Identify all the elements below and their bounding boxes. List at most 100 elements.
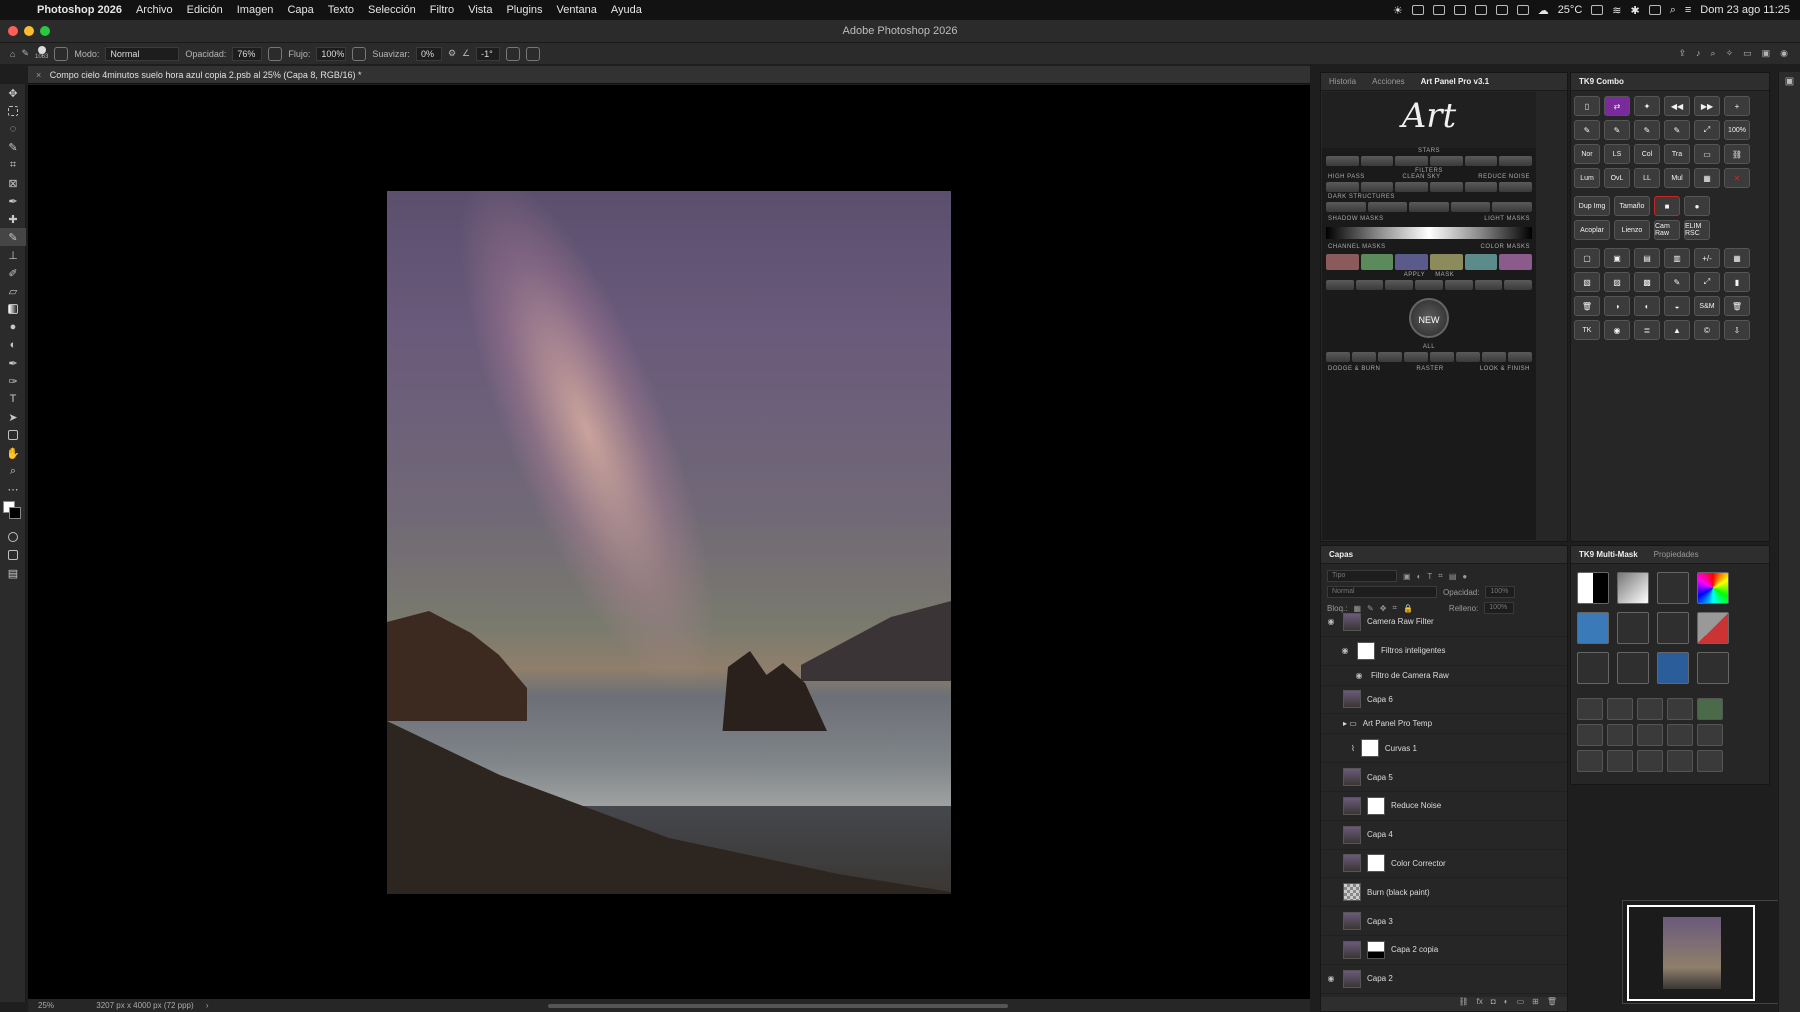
stars-btn-6[interactable] bbox=[1499, 156, 1533, 166]
temperature-label[interactable]: 25°C bbox=[1558, 4, 1583, 16]
opacity-input[interactable]: 76% bbox=[232, 46, 263, 61]
healing-tool-icon[interactable]: ✚ bbox=[0, 210, 26, 228]
rewind-icon[interactable]: ◀◀ bbox=[1664, 96, 1690, 116]
layer-name[interactable]: Burn (black paint) bbox=[1367, 888, 1430, 897]
visibility-eye-icon[interactable]: ◉ bbox=[1353, 671, 1365, 680]
struct-btn-5[interactable] bbox=[1492, 202, 1532, 212]
stars-btn-3[interactable] bbox=[1395, 156, 1429, 166]
layer-row[interactable]: ▸ ▭ Art Panel Pro Temp bbox=[1321, 714, 1567, 735]
blend-multiply-button[interactable]: Mul bbox=[1664, 168, 1690, 188]
tab-acciones[interactable]: Acciones bbox=[1364, 77, 1412, 86]
brush-yellow-icon[interactable]: ✎ bbox=[1634, 120, 1660, 140]
search-icon[interactable]: ⌕ bbox=[1711, 48, 1716, 59]
fx-icon[interactable]: fx bbox=[1477, 997, 1483, 1011]
move-tool-icon[interactable]: ✥ bbox=[0, 84, 26, 102]
navigator-panel[interactable] bbox=[1622, 900, 1800, 1004]
visibility-eye-icon[interactable]: ◉ bbox=[1339, 646, 1351, 655]
layer-icon-12[interactable]: ▮ bbox=[1724, 272, 1750, 292]
struct-btn-4[interactable] bbox=[1450, 202, 1491, 212]
layer-name[interactable]: Camera Raw Filter bbox=[1367, 617, 1434, 626]
filter-btn-1[interactable] bbox=[1326, 182, 1359, 192]
close-window-button[interactable] bbox=[8, 26, 18, 36]
blend-luminosity-button[interactable]: Lum bbox=[1574, 168, 1600, 188]
delete-layer-icon[interactable]: 🗑 bbox=[1547, 997, 1557, 1011]
lock-pixels-icon[interactable]: ▦ bbox=[1353, 604, 1361, 613]
link-layers-icon[interactable]: ⛓ bbox=[1459, 997, 1469, 1011]
pressure-size-icon[interactable] bbox=[506, 46, 521, 61]
layer-row[interactable]: ◉ Camera Raw Filter bbox=[1321, 608, 1567, 637]
look-finish-label[interactable]: LOOK & FINISH bbox=[1480, 366, 1530, 372]
dodge-burn-label[interactable]: DODGE & BURN bbox=[1328, 366, 1380, 372]
cyan-mask-btn[interactable] bbox=[1464, 254, 1498, 270]
arrange-icon[interactable]: ▣ bbox=[1762, 48, 1771, 59]
color-swatches[interactable] bbox=[0, 498, 26, 528]
menu-imagen[interactable]: Imagen bbox=[230, 4, 281, 16]
quick-select-tool-icon[interactable]: ✎ bbox=[0, 138, 26, 156]
brush-white-icon[interactable]: ✎ bbox=[1604, 120, 1630, 140]
menu-capa[interactable]: Capa bbox=[280, 4, 320, 16]
screen-mode-icon[interactable] bbox=[0, 546, 26, 564]
tool-btn-2[interactable] bbox=[1355, 280, 1384, 290]
blend-overlay-button[interactable]: OvL bbox=[1604, 168, 1630, 188]
green-channel-btn[interactable] bbox=[1360, 254, 1394, 270]
struct-btn-1[interactable] bbox=[1326, 202, 1366, 212]
dup-img-button[interactable]: Dup Img bbox=[1574, 196, 1610, 216]
acoplar-button[interactable]: Acoplar bbox=[1574, 220, 1610, 240]
tab-tk9-multimask[interactable]: TK9 Multi-Mask bbox=[1571, 550, 1646, 559]
brush-black-icon[interactable]: ✎ bbox=[1574, 120, 1600, 140]
close-tab-icon[interactable]: × bbox=[36, 70, 41, 80]
layer-mask[interactable] bbox=[1367, 796, 1385, 815]
add-mask-icon[interactable]: ◘ bbox=[1491, 997, 1496, 1011]
gear-icon[interactable]: ⚙ bbox=[448, 48, 456, 59]
pen-tool-icon[interactable]: ✒ bbox=[0, 354, 26, 372]
layer-name[interactable]: Capa 2 bbox=[1367, 974, 1393, 983]
brightness-icon[interactable]: ☀ bbox=[1393, 4, 1403, 17]
bottom-btn-8[interactable] bbox=[1508, 352, 1532, 362]
tab-art-panel[interactable]: Art Panel Pro v3.1 bbox=[1413, 77, 1497, 86]
pen-variant-tool-icon[interactable]: ✑ bbox=[0, 372, 26, 390]
layers-icon[interactable]: ≣ bbox=[1634, 320, 1660, 340]
gradient-tool-icon[interactable] bbox=[0, 300, 26, 318]
tool-btn-7[interactable] bbox=[1504, 280, 1533, 290]
brush-settings-icon[interactable] bbox=[54, 46, 69, 61]
collapse-panels-icon[interactable]: ▣ bbox=[1779, 72, 1800, 87]
smart-filter-mask[interactable] bbox=[1357, 641, 1375, 660]
workspace-icon[interactable]: ▭ bbox=[1743, 48, 1752, 59]
mask-label[interactable]: MASK bbox=[1435, 272, 1454, 278]
weather-icon[interactable]: ☁ bbox=[1538, 4, 1549, 17]
angle-input[interactable]: -1° bbox=[476, 46, 501, 61]
overlap-mask-icon[interactable] bbox=[1697, 652, 1729, 684]
layer-icon-2[interactable]: ▣ bbox=[1604, 248, 1630, 268]
stars-btn-1[interactable] bbox=[1326, 156, 1359, 166]
bottom-btn-3[interactable] bbox=[1378, 352, 1402, 362]
shape-tool-icon[interactable] bbox=[0, 426, 26, 444]
fill-input[interactable]: 100% bbox=[1484, 602, 1515, 614]
marquee-tool-icon[interactable] bbox=[0, 102, 26, 120]
type-tool-icon[interactable]: T bbox=[0, 390, 26, 408]
yellow-mask-btn[interactable] bbox=[1430, 254, 1463, 270]
stars-btn-2[interactable] bbox=[1360, 156, 1394, 166]
minimize-window-button[interactable] bbox=[24, 26, 34, 36]
dodge-tool-icon[interactable]: ◐ bbox=[0, 336, 26, 354]
layer-name[interactable]: Curvas 1 bbox=[1385, 744, 1417, 753]
layer-mask[interactable] bbox=[1360, 739, 1379, 758]
filter-btn-5[interactable] bbox=[1464, 182, 1498, 192]
home-icon[interactable]: ⌂ bbox=[10, 49, 15, 59]
layer-row[interactable]: Capa 5 bbox=[1321, 763, 1567, 792]
lock-paint-icon[interactable]: ✎ bbox=[1367, 604, 1374, 613]
layer-row[interactable]: Capa 2 copia bbox=[1321, 936, 1567, 965]
status-arrow-icon[interactable]: › bbox=[206, 1001, 209, 1010]
levels-adj-icon[interactable] bbox=[1577, 698, 1603, 720]
layer-icon-4[interactable]: ▥ bbox=[1664, 248, 1690, 268]
bottom-btn-6[interactable] bbox=[1456, 352, 1480, 362]
flow-input[interactable]: 100% bbox=[316, 46, 347, 61]
filter-shape-icon[interactable]: ⌗ bbox=[1438, 571, 1443, 581]
smooth-input[interactable]: 0% bbox=[415, 46, 442, 61]
tool-btn-3[interactable] bbox=[1385, 280, 1414, 290]
bluetooth-icon[interactable]: ✱ bbox=[1630, 4, 1639, 17]
brush-size-preview[interactable]: 1063 bbox=[35, 46, 48, 61]
bottom-btn-4[interactable] bbox=[1404, 352, 1428, 362]
vibrance-adj-icon[interactable] bbox=[1607, 724, 1633, 746]
lock-artboard-icon[interactable]: ⌗ bbox=[1392, 603, 1397, 613]
forward-icon[interactable]: ▶▶ bbox=[1694, 96, 1720, 116]
